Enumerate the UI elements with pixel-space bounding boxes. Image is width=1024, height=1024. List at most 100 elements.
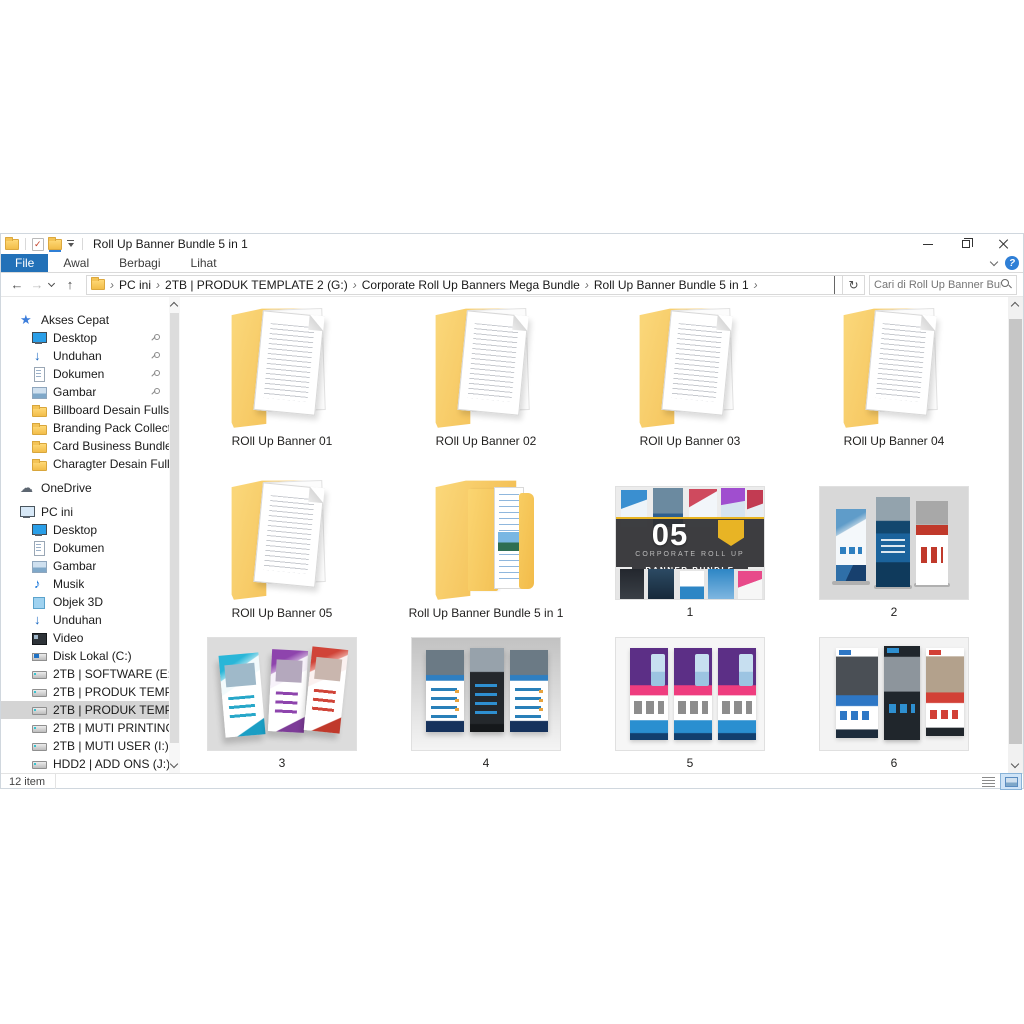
properties-icon[interactable] xyxy=(32,237,44,251)
refresh-button[interactable] xyxy=(843,274,865,295)
breadcrumb-segment[interactable]: 2TB | PRODUK TEMPLATE 2 (G:) xyxy=(165,278,348,292)
sidebar-item-card-business[interactable]: Card Business Bundle Pack Selec xyxy=(1,437,169,455)
sidebar-item-unduhan-pc[interactable]: Unduhan xyxy=(1,611,169,629)
tab-lihat[interactable]: Lihat xyxy=(176,254,232,272)
file-item-roll-up-banner-03[interactable]: ROll Up Banner 03 xyxy=(588,297,792,469)
sidebar-item-label: HDD2 | ADD ONS (J:) xyxy=(53,757,169,771)
sidebar-item-charagter[interactable]: Charagter Desain Full Categori xyxy=(1,455,169,473)
folder-with-document-icon xyxy=(226,473,338,601)
sidebar-item-akses-cepat[interactable]: Akses Cepat xyxy=(1,311,169,329)
sidebar-item-dokumen-pc[interactable]: Dokumen xyxy=(1,539,169,557)
minimize-button[interactable] xyxy=(909,234,947,254)
file-item-label: Roll Up Banner Bundle 5 in 1 xyxy=(408,606,564,620)
sidebar-item-gambar[interactable]: Gambar xyxy=(1,383,169,401)
sidebar-item-drive-h[interactable]: 2TB | MUTI PRINTING (H:) xyxy=(1,719,169,737)
file-item-image-4[interactable]: 4 xyxy=(384,635,588,773)
sidebar-item-label: Desktop xyxy=(53,331,98,345)
folder-with-document-icon xyxy=(226,301,338,429)
address-bar[interactable]: PC ini 2TB | PRODUK TEMPLATE 2 (G:) Corp… xyxy=(86,274,843,295)
music-icon xyxy=(31,576,47,592)
back-button[interactable]: ← xyxy=(7,277,27,292)
folder-icon xyxy=(31,438,47,454)
scroll-up-icon[interactable] xyxy=(1010,301,1020,311)
file-item-roll-up-banner-04[interactable]: ROll Up Banner 04 xyxy=(792,297,996,469)
monitor-icon xyxy=(31,330,47,346)
picture-icon xyxy=(31,558,47,574)
recent-locations-icon[interactable] xyxy=(47,279,56,288)
sidebar-item-desktop-pc[interactable]: Desktop xyxy=(1,521,169,539)
search-input[interactable] xyxy=(874,278,1001,291)
sidebar-scrollbar[interactable] xyxy=(169,297,180,773)
address-dropdown-button[interactable] xyxy=(827,275,842,294)
sidebar-item-musik[interactable]: Musik xyxy=(1,575,169,593)
sidebar-item-label: Unduhan xyxy=(53,349,102,363)
pin-icon[interactable] xyxy=(149,387,160,397)
thumbnails-view-icon xyxy=(1004,776,1018,787)
pin-icon[interactable] xyxy=(149,333,160,343)
sidebar-item-drive-j[interactable]: HDD2 | ADD ONS (J:) xyxy=(1,755,169,773)
forward-button[interactable]: → xyxy=(27,277,47,292)
expand-ribbon-icon[interactable] xyxy=(989,257,999,266)
file-item-roll-up-banner-05[interactable]: ROll Up Banner 05 xyxy=(180,469,384,635)
sidebar-item-pc-ini[interactable]: PC ini xyxy=(1,503,169,521)
sidebar-item-drive-g-selected[interactable]: 2TB | PRODUK TEMPLATE 2 (G:) xyxy=(1,701,169,719)
breadcrumb-segment[interactable]: PC ini xyxy=(119,278,151,292)
scroll-down-icon[interactable] xyxy=(1010,759,1020,769)
sidebar-item-dokumen[interactable]: Dokumen xyxy=(1,365,169,383)
drive-icon xyxy=(31,756,47,772)
sidebar-item-unduhan[interactable]: Unduhan xyxy=(1,347,169,365)
search-icon xyxy=(1001,279,1012,290)
sidebar-item-gambar-pc[interactable]: Gambar xyxy=(1,557,169,575)
file-item-label: 6 xyxy=(890,756,898,770)
file-item-image-2[interactable]: 2 xyxy=(792,469,996,635)
status-bar: 12 item xyxy=(1,773,1023,790)
tab-awal[interactable]: Awal xyxy=(48,254,104,272)
pin-icon[interactable] xyxy=(149,369,160,379)
drive-icon xyxy=(31,666,47,682)
sidebar-item-drive-f[interactable]: 2TB | PRODUK TEMPLATE 1 (F:) xyxy=(1,683,169,701)
sidebar-item-video[interactable]: Video xyxy=(1,629,169,647)
drive-icon xyxy=(31,720,47,736)
file-item-bundle-folder[interactable]: Roll Up Banner Bundle 5 in 1 xyxy=(384,469,588,635)
sidebar-item-disk-c[interactable]: Disk Lokal (C:) xyxy=(1,647,169,665)
customize-toolbar-dropdown-icon[interactable] xyxy=(66,239,76,249)
sidebar-item-drive-i[interactable]: 2TB | MUTI USER (I:) xyxy=(1,737,169,755)
new-folder-icon[interactable] xyxy=(48,236,62,252)
sidebar-item-branding[interactable]: Branding Pack Collection Mega I xyxy=(1,419,169,437)
pin-icon[interactable] xyxy=(149,351,160,361)
sidebar-item-label: 2TB | MUTI USER (I:) xyxy=(53,739,169,753)
sidebar-item-desktop[interactable]: Desktop xyxy=(1,329,169,347)
file-list: ROll Up Banner 01 ROll Up Banner 02 ROll… xyxy=(180,297,1008,773)
scrollbar-thumb[interactable] xyxy=(170,313,179,743)
file-item-roll-up-banner-02[interactable]: ROll Up Banner 02 xyxy=(384,297,588,469)
file-item-image-1[interactable]: 05 CORPORATE ROLL UP BANNER BUNDLE 1 xyxy=(588,469,792,635)
sidebar-item-drive-e[interactable]: 2TB | SOFTWARE (E:) xyxy=(1,665,169,683)
quick-access-toolbar: Roll Up Banner Bundle 5 in 1 xyxy=(1,236,248,252)
windows-drive-icon xyxy=(31,648,47,664)
file-item-image-6[interactable]: 6 xyxy=(792,635,996,773)
scrollbar-thumb[interactable] xyxy=(1009,319,1022,744)
file-item-roll-up-banner-01[interactable]: ROll Up Banner 01 xyxy=(180,297,384,469)
image-thumbnail xyxy=(615,637,765,751)
sidebar-item-billboard[interactable]: Billboard Desain Fullset Selection xyxy=(1,401,169,419)
picture-icon xyxy=(31,384,47,400)
tab-file[interactable]: File xyxy=(1,254,49,272)
help-icon[interactable] xyxy=(1005,256,1019,270)
up-button[interactable]: ↑ xyxy=(60,277,80,292)
thumbnails-view-button[interactable] xyxy=(1000,773,1022,790)
sidebar-item-label: Charagter Desain Full Categori xyxy=(53,457,169,471)
sidebar-item-objek-3d[interactable]: Objek 3D xyxy=(1,593,169,611)
breadcrumb-segment[interactable]: Roll Up Banner Bundle 5 in 1 xyxy=(594,278,749,292)
file-item-image-3[interactable]: 3 xyxy=(180,635,384,773)
scroll-down-icon[interactable] xyxy=(169,759,179,769)
scroll-up-icon[interactable] xyxy=(169,301,179,311)
restore-button[interactable] xyxy=(947,234,985,254)
search-box[interactable] xyxy=(869,274,1017,295)
content-scrollbar[interactable] xyxy=(1008,297,1023,773)
file-item-image-5[interactable]: 5 xyxy=(588,635,792,773)
tab-berbagi[interactable]: Berbagi xyxy=(104,254,175,272)
breadcrumb-segment[interactable]: Corporate Roll Up Banners Mega Bundle xyxy=(362,278,580,292)
close-button[interactable] xyxy=(985,234,1023,254)
sidebar-item-onedrive[interactable]: OneDrive xyxy=(1,479,169,497)
details-view-button[interactable] xyxy=(978,774,998,789)
